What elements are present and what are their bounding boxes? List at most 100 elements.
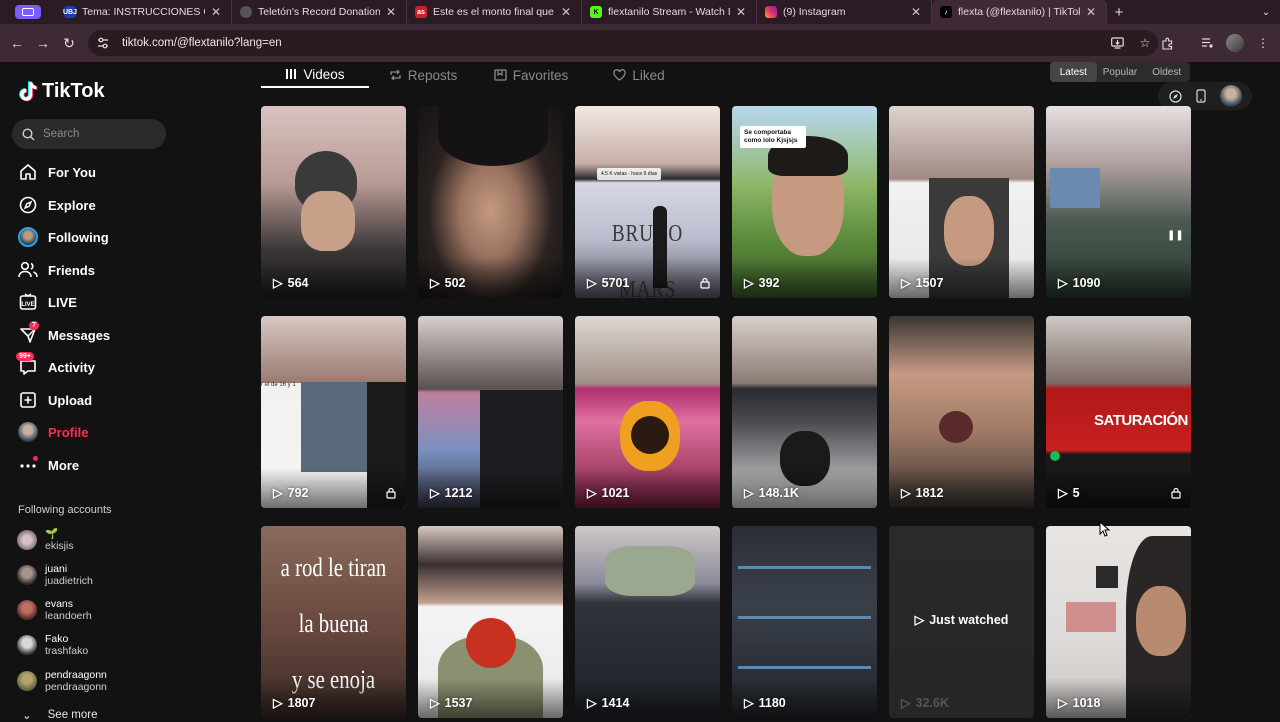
browser-tab[interactable]: as Este es el monto final que rec ✕ [407,0,582,24]
browser-tab[interactable]: K flextanilo Stream - Watch Live ✕ [582,0,757,24]
home-icon [18,162,38,182]
nav-upload[interactable]: Upload [18,388,92,412]
tab-favorites[interactable]: Favorites [477,62,585,88]
browser-tab[interactable]: (9) Instagram ✕ [757,0,932,24]
video-card[interactable]: ▷ 502 [418,106,563,298]
search-input[interactable] [43,128,153,140]
video-thumbnail-shape [466,618,516,668]
user-avatar[interactable] [1220,85,1242,107]
browser-tab[interactable]: Teletón's Record Donations: A ✕ [232,0,407,24]
bookmark-icon [494,69,507,81]
browser-menu-icon[interactable]: ⋮ [1256,36,1270,50]
play-icon: ▷ [430,276,440,290]
tab-liked[interactable]: Liked [585,62,693,88]
video-card[interactable]: ▷ 1812 [889,316,1034,508]
browser-tab[interactable]: UBJ Tema: INSTRUCCIONES CERT ✕ [56,0,232,24]
video-card[interactable]: ▷ 1021 [575,316,720,508]
video-card[interactable]: ▷ 148.1K [732,316,877,508]
nav-live[interactable]: LIVE LIVE [18,290,77,314]
sort-latest[interactable]: Latest [1050,62,1097,82]
spotify-play-icon [1050,451,1060,461]
reload-icon[interactable]: ↻ [56,35,82,52]
new-tab-button[interactable]: + [1107,4,1131,21]
video-card[interactable]: ▷ 1414 [575,526,720,718]
tab-title: flextanilo Stream - Watch Live [608,6,730,18]
video-card[interactable]: ▷ 564 [261,106,406,298]
sort-popular[interactable]: Popular [1097,62,1144,82]
video-card[interactable]: ▷ 1507 [889,106,1034,298]
view-count-value: 1021 [601,485,630,500]
video-card[interactable]: Se comportaba como lolo Kjsjsjs ▷ 392 [732,106,877,298]
following-account[interactable]: juani juadietrich [17,560,93,590]
install-app-icon[interactable] [1110,36,1124,50]
video-card[interactable]: ❚❚ ▷ 1090 [1046,106,1191,298]
following-account[interactable]: Fako trashfako [17,630,88,660]
nav-label: Friends [48,262,95,278]
tab-groups-button[interactable] [0,0,56,24]
tab-close-icon[interactable]: ✕ [911,5,921,19]
sort-oldest[interactable]: Oldest [1143,62,1190,82]
nav-friends[interactable]: Friends [18,258,95,282]
view-count-value: 1812 [915,485,944,500]
nav-activity[interactable]: 99+ Activity [16,352,95,379]
video-card[interactable]: a rod le tiran la buena y se enoja ▷1807 [261,526,406,718]
back-arrow-icon[interactable]: ← [4,35,30,51]
browser-tab-active[interactable]: ♪ flexta (@flextanilo) | TikTok ✕ [932,0,1107,24]
video-thumbnail-shape [631,416,669,454]
video-card[interactable]: r el de 16 y 1 ▷ 792 [261,316,406,508]
tab-close-icon[interactable]: ✕ [1086,5,1096,19]
address-bar[interactable]: tiktok.com/@flextanilo?lang=en [88,30,1158,56]
search-box[interactable] [12,119,166,149]
account-name: 🌱 [45,527,59,540]
nav-for-you[interactable]: For You [18,160,96,184]
site-settings-icon[interactable] [96,36,110,50]
nav-more[interactable]: More [18,453,79,477]
following-account[interactable]: evans leandoerh [17,595,92,625]
bookmark-star-icon[interactable]: ☆ [1138,36,1152,50]
tab-title: Teletón's Record Donations: A [258,6,380,18]
video-card[interactable]: 4.5 K vistas · hace 9 días BRUNO MARS ▷5… [575,106,720,298]
view-count: ▷ 148.1K [744,485,799,501]
video-thumbnail-shape [944,196,994,266]
tab-label: Favorites [512,67,569,83]
video-card[interactable]: ▷ 1212 [418,316,563,508]
extensions-icon[interactable] [1160,36,1174,50]
video-thumbnail-shape [301,191,355,251]
nav-explore[interactable]: Explore [18,193,96,217]
tiktok-logo[interactable]: TikTok [18,80,105,103]
following-account[interactable]: pendraagonn pendraagonn [17,666,107,696]
view-count: ▷ 564 [273,275,308,291]
video-card[interactable]: ▷ 1180 [732,526,877,718]
video-card[interactable]: ▷ Just watched ▷ 32.6K [889,526,1034,718]
omnibox-actions: ☆ [1110,30,1152,56]
forward-arrow-icon[interactable]: → [30,35,56,51]
tab-reposts[interactable]: Reposts [369,62,477,88]
tab-close-icon[interactable]: ✕ [386,5,396,19]
tab-title: flexta (@flextanilo) | TikTok [958,6,1080,18]
tab-close-icon[interactable]: ✕ [736,5,746,19]
video-card[interactable]: ▷ 1018 [1046,526,1191,718]
view-count-value: 502 [444,275,466,290]
nav-profile[interactable]: Profile [18,420,88,444]
tab-videos[interactable]: Videos [261,62,369,88]
video-card[interactable]: ▷ 1537 [418,526,563,718]
tab-close-icon[interactable]: ✕ [211,5,221,19]
video-card[interactable]: SATURACIÓN ▷ 5 [1046,316,1191,508]
account-handle: ekisjis [45,539,74,552]
pause-icon[interactable]: ❚❚ [1167,230,1184,242]
play-icon: ▷ [901,696,911,710]
lock-icon [386,487,396,499]
avatar [17,600,37,620]
compass-icon[interactable] [1168,89,1182,103]
tab-search-chevron-icon[interactable]: ⌄ [1252,7,1280,18]
video-thumbnail-shape [738,616,871,619]
media-controls-icon[interactable] [1200,36,1214,50]
view-count: ▷ 1414 [587,695,629,711]
nav-following[interactable]: Following [18,225,109,249]
tab-close-icon[interactable]: ✕ [561,5,571,19]
following-account[interactable]: 🌱 ekisjis [17,525,74,555]
tiktok-page: TikTok For You Explore Following Friends… [0,62,1280,722]
phone-icon[interactable] [1194,89,1208,103]
nav-messages[interactable]: 7 Messages [18,321,110,347]
browser-profile-avatar[interactable] [1226,34,1244,52]
